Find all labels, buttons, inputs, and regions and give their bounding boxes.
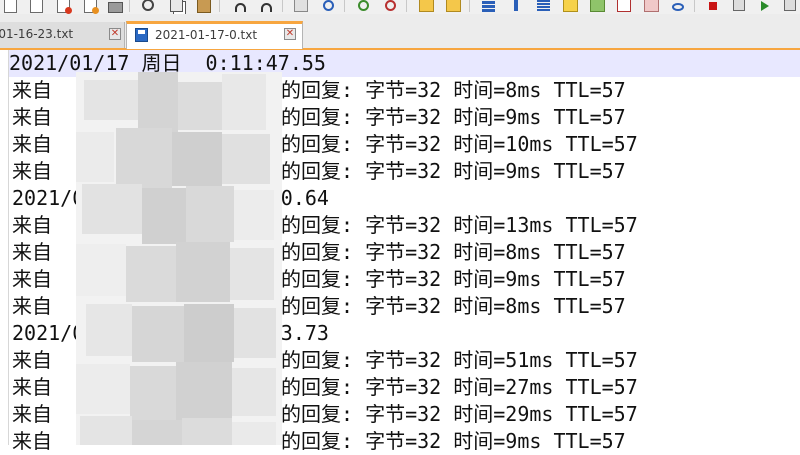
indent-guide-icon[interactable] — [535, 0, 551, 13]
undo-icon[interactable] — [232, 0, 248, 13]
play-macro-icon[interactable] — [757, 0, 773, 13]
user-language-icon[interactable] — [562, 0, 578, 13]
close-glyph: ✕ — [285, 28, 295, 39]
word-wrap-icon[interactable] — [480, 0, 496, 13]
reply-details: 的回复: 字节=32 时间=29ms TTL=57 — [281, 402, 638, 426]
cut-icon[interactable] — [140, 0, 156, 13]
save-all-icon[interactable] — [2, 0, 18, 13]
reply-details: 的回复: 字节=32 时间=9ms TTL=57 — [281, 267, 626, 291]
paste-icon[interactable] — [196, 0, 212, 13]
toolbar-separator — [469, 0, 470, 12]
reply-details: 的回复: 字节=32 时间=9ms TTL=57 — [281, 429, 626, 453]
reply-prefix: 来自 — [12, 132, 52, 156]
reply-details: 的回复: 字节=32 时间=8ms TTL=57 — [281, 294, 626, 318]
toolbar-separator — [219, 0, 220, 12]
redacted-ip-mosaic — [76, 72, 282, 445]
redo-icon[interactable] — [258, 0, 274, 13]
reply-prefix: 来自 — [12, 240, 52, 264]
reply-details: 的回复: 字节=32 时间=9ms TTL=57 — [281, 159, 626, 183]
reply-details: 的回复: 字节=32 时间=51ms TTL=57 — [281, 348, 638, 372]
reply-prefix: 来自 — [12, 267, 52, 291]
copy-icon[interactable] — [168, 0, 184, 13]
tab-bar: -01-16-23.txt ✕ 2021-01-17-0.txt ✕ — [0, 14, 800, 50]
print-icon[interactable] — [107, 0, 123, 13]
text-editor[interactable]: 2021/01/17 周日 0:11:47.55 来自 的回复: 字节=32 时间=… — [0, 50, 800, 453]
sync-vertical-icon[interactable] — [418, 0, 434, 13]
reply-prefix: 来自 — [12, 429, 52, 453]
reply-details: 的回复: 字节=32 时间=9ms TTL=57 — [281, 105, 626, 129]
stop-record-icon[interactable] — [731, 0, 747, 13]
tab-label: -01-16-23.txt — [0, 27, 74, 41]
record-macro-icon[interactable] — [705, 0, 721, 13]
toolbar-separator — [282, 0, 283, 12]
reply-prefix: 来自 — [12, 159, 52, 183]
editor-margin — [8, 50, 9, 445]
monitoring-icon[interactable] — [670, 0, 686, 13]
reply-prefix: 来自 — [12, 78, 52, 102]
toolbar — [0, 0, 800, 14]
find-icon[interactable] — [293, 0, 309, 13]
close-icon[interactable] — [28, 0, 44, 13]
folder-workspace-icon[interactable] — [643, 0, 659, 13]
show-all-chars-icon[interactable] — [508, 0, 524, 13]
tab-label: 2021-01-17-0.txt — [155, 28, 258, 42]
reply-prefix: 来自 — [12, 348, 52, 372]
reply-prefix: 来自 — [12, 375, 52, 399]
reply-details: 的回复: 字节=32 时间=8ms TTL=57 — [281, 78, 626, 102]
zoom-out-icon[interactable] — [382, 0, 398, 13]
zoom-in-icon[interactable] — [355, 0, 371, 13]
toolbar-separator — [344, 0, 345, 12]
run-macro-multiple-icon[interactable] — [782, 0, 798, 13]
reply-details: 的回复: 字节=32 时间=27ms TTL=57 — [281, 375, 638, 399]
document-map-icon[interactable] — [589, 0, 605, 13]
reply-prefix: 来自 — [12, 105, 52, 129]
saved-file-icon — [135, 28, 148, 42]
reply-details: 的回复: 字节=32 时间=8ms TTL=57 — [281, 240, 626, 264]
reply-details: 的回复: 字节=32 时间=10ms TTL=57 — [281, 132, 638, 156]
find-replace-icon[interactable] — [320, 0, 336, 13]
tab-file-01-16-23[interactable]: -01-16-23.txt ✕ — [0, 22, 125, 48]
reply-prefix: 来自 — [12, 294, 52, 318]
close-glyph: ✕ — [110, 28, 120, 39]
close-tab-icon[interactable]: ✕ — [284, 28, 296, 40]
toolbar-separator — [406, 0, 407, 12]
toolbar-separator — [129, 0, 130, 12]
reply-prefix: 来自 — [12, 402, 52, 426]
close-all-icon[interactable] — [55, 0, 72, 14]
close-tab-icon[interactable]: ✕ — [109, 28, 121, 40]
close-all-but-current-icon[interactable] — [82, 0, 99, 14]
function-list-icon[interactable] — [616, 0, 632, 13]
tab-file-2021-01-17-0[interactable]: 2021-01-17-0.txt ✕ — [126, 21, 303, 49]
reply-details: 的回复: 字节=32 时间=13ms TTL=57 — [281, 213, 638, 237]
reply-prefix: 来自 — [12, 213, 52, 237]
sync-horizontal-icon[interactable] — [445, 0, 461, 13]
toolbar-separator — [694, 0, 695, 12]
